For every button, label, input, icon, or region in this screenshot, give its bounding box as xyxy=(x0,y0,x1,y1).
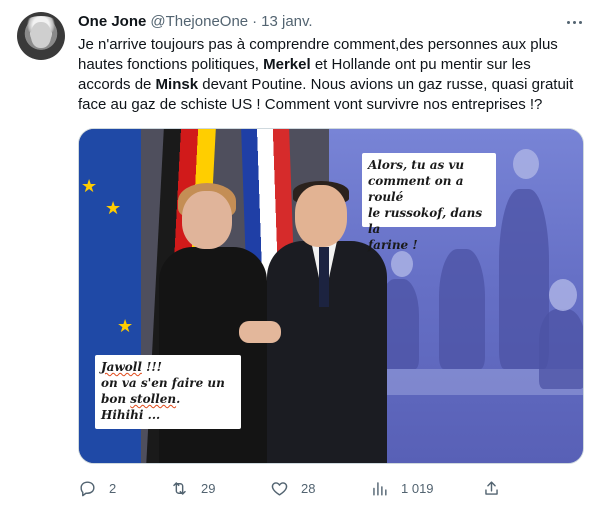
tweet-actions: 2 29 28 1 019 xyxy=(78,476,584,500)
star-icon: ★ xyxy=(117,316,134,336)
reply-count: 2 xyxy=(109,480,117,496)
star-icon: ★ xyxy=(81,176,98,196)
bubble-right-line: le russokof, dans la xyxy=(368,206,483,236)
bubble-right-line: comment on a roulé xyxy=(368,174,464,204)
bubble-left-line: Hihihi ... xyxy=(101,408,161,422)
bubble-left-word-stollen: stollen xyxy=(130,392,177,406)
avatar-face xyxy=(31,22,51,48)
tweet-header: One Jone @ThejoneOne · 13 janv. xyxy=(78,11,313,31)
tweet-text-bold-minsk: Minsk xyxy=(155,76,199,93)
bubble-left-line: on va s'en faire un xyxy=(101,376,225,390)
share-button[interactable] xyxy=(482,476,501,500)
views-button[interactable]: 1 019 xyxy=(370,476,434,500)
separator-dot: · xyxy=(252,12,258,30)
tweet-date[interactable]: 13 janv. xyxy=(261,13,312,30)
share-icon xyxy=(485,480,498,495)
bubble-left-word-jawoll: Jawoll xyxy=(101,360,142,374)
author-name[interactable]: One Jone xyxy=(78,13,146,30)
person-right-head xyxy=(295,185,347,247)
tweet[interactable]: One Jone @ThejoneOne · 13 janv. Je n'arr… xyxy=(0,0,598,508)
avatar[interactable] xyxy=(17,12,65,60)
like-button[interactable]: 28 xyxy=(270,476,315,500)
views-icon xyxy=(373,481,387,496)
like-count: 28 xyxy=(301,480,316,496)
speech-bubble-right: Alors, tu as vu comment on a roulé le ru… xyxy=(362,153,496,252)
archive-figure-head xyxy=(549,279,577,311)
person-left-head xyxy=(182,191,232,249)
reply-icon xyxy=(80,480,95,496)
bubble-left-text: !!! xyxy=(141,360,162,374)
person-right-tie xyxy=(319,247,329,307)
archive-figure xyxy=(539,309,583,389)
bubble-left-line: Jawoll !!! xyxy=(101,359,235,375)
bubble-left-line: bon stollen. xyxy=(101,391,235,407)
archive-figure-head xyxy=(391,251,413,277)
retweet-count: 29 xyxy=(201,480,216,496)
more-icon[interactable] xyxy=(564,12,584,32)
tweet-text-bold-merkel: Merkel xyxy=(263,56,311,73)
author-handle[interactable]: @ThejoneOne xyxy=(150,13,248,30)
retweet-button[interactable]: 29 xyxy=(170,476,215,500)
archive-figure xyxy=(439,249,485,369)
tweet-text: Je n'arrive toujours pas à comprendre co… xyxy=(78,35,583,115)
views-count: 1 019 xyxy=(401,480,434,496)
retweet-icon xyxy=(173,481,186,495)
reply-button[interactable]: 2 xyxy=(78,476,116,500)
like-icon xyxy=(271,481,288,496)
archive-figure-head xyxy=(513,149,539,179)
bubble-right-line: farine ! xyxy=(368,238,418,252)
speech-bubble-left: Jawoll !!! on va s'en faire un bon stoll… xyxy=(95,355,241,429)
handshake xyxy=(239,321,281,343)
bubble-left-text: . xyxy=(176,392,181,406)
star-icon: ★ xyxy=(105,198,122,218)
tweet-image[interactable]: ★ ★ ★ ★ Alors, tu as vu comment on a rou… xyxy=(78,128,584,464)
bubble-right-line: Alors, tu as vu xyxy=(368,158,465,172)
bubble-left-text: bon xyxy=(101,392,131,406)
